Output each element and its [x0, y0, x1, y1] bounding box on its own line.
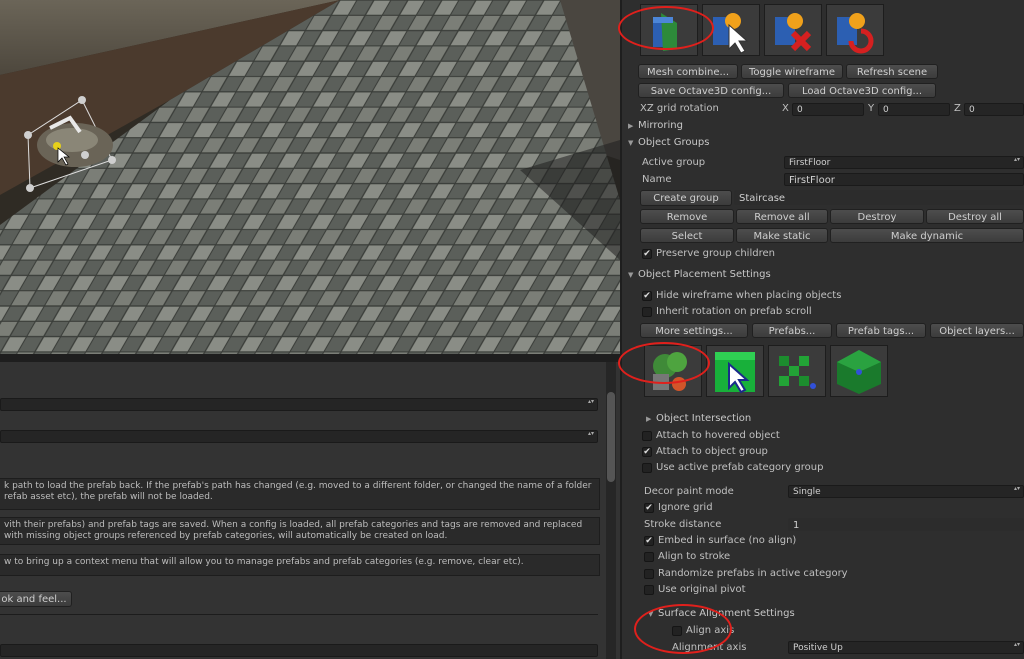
embed-surface-checkbox[interactable]: ✔	[644, 536, 654, 546]
randomize-prefabs-label: Randomize prefabs in active category	[658, 568, 848, 579]
placement-title: Object Placement Settings	[638, 269, 771, 280]
align-stroke-label: Align to stroke	[658, 551, 731, 562]
x-label: X	[782, 103, 789, 114]
object-layers-button[interactable]: Object layers...	[930, 323, 1024, 338]
mode-point-and-click[interactable]	[706, 345, 764, 397]
tool-refresh-objects[interactable]	[826, 4, 884, 56]
use-active-category-label: Use active prefab category group	[656, 462, 824, 473]
scene-view[interactable]	[0, 0, 620, 354]
highlight-circle	[618, 342, 710, 384]
mode-block[interactable]	[830, 345, 888, 397]
triangle-right-icon: ▶	[646, 415, 652, 423]
triangle-down-icon: ▼	[628, 139, 634, 147]
embed-surface-label: Embed in surface (no align)	[658, 535, 797, 546]
triangle-down-icon: ▼	[628, 271, 634, 279]
decor-mode-label: Decor paint mode	[644, 486, 734, 497]
highlight-circle	[634, 604, 732, 654]
attach-hovered-checkbox[interactable]	[642, 431, 652, 441]
preserve-children-label: Preserve group children	[656, 248, 775, 259]
ignore-grid-label: Ignore grid	[658, 502, 713, 513]
bottom-field[interactable]	[0, 644, 598, 657]
remove-group-button[interactable]: Remove	[640, 209, 734, 224]
toggle-wireframe-button[interactable]: Toggle wireframe	[741, 64, 843, 79]
use-active-category-checkbox[interactable]	[642, 463, 652, 473]
new-group-name-field[interactable]: Staircase	[734, 190, 1024, 205]
help-text-config: vith their prefabs) and prefab tags are …	[0, 517, 600, 545]
alignment-axis-dropdown[interactable]: Positive Up	[788, 641, 1024, 654]
refresh-scene-button[interactable]: Refresh scene	[846, 64, 938, 79]
bottom-dropdown-1[interactable]	[0, 398, 598, 411]
create-group-button[interactable]: Create group	[640, 190, 732, 206]
bottom-dropdown-2[interactable]	[0, 430, 598, 443]
original-pivot-checkbox[interactable]	[644, 585, 654, 595]
select-group-button[interactable]: Select	[640, 228, 734, 243]
erase-object-icon	[775, 13, 812, 52]
remove-all-groups-button[interactable]: Remove all	[736, 209, 828, 224]
placement-foldout[interactable]: ▼ Object Placement Settings	[628, 269, 771, 280]
hide-wireframe-checkbox[interactable]: ✔	[642, 291, 652, 301]
refresh-object-icon	[837, 13, 874, 54]
x-rotation-field[interactable]: 0	[792, 103, 864, 116]
bottom-panel: k path to load the prefab back. If the p…	[0, 362, 620, 659]
prefab-tags-button[interactable]: Prefab tags...	[836, 323, 926, 338]
load-config-button[interactable]: Load Octave3D config...	[788, 83, 936, 98]
xz-grid-label: XZ grid rotation	[640, 103, 719, 114]
mode-path[interactable]	[768, 345, 826, 397]
z-label: Z	[954, 103, 961, 114]
align-stroke-checkbox[interactable]	[644, 552, 654, 562]
panel-splitter[interactable]	[0, 354, 620, 362]
help-text-context-menu: w to bring up a context menu that will a…	[0, 554, 600, 576]
active-group-label: Active group	[642, 157, 706, 168]
stroke-distance-label: Stroke distance	[644, 519, 722, 530]
name-label: Name	[642, 174, 672, 185]
scrollbar[interactable]	[606, 362, 616, 659]
inherit-rotation-label: Inherit rotation on prefab scroll	[656, 306, 812, 317]
destroy-group-button[interactable]: Destroy	[830, 209, 924, 224]
active-group-dropdown[interactable]: FirstFloor	[784, 156, 1024, 169]
mesh-combine-button[interactable]: Mesh combine...	[638, 64, 738, 79]
original-pivot-label: Use original pivot	[658, 584, 746, 595]
ignore-grid-checkbox[interactable]: ✔	[644, 503, 654, 513]
divider	[0, 614, 598, 615]
z-rotation-field[interactable]: 0	[964, 103, 1024, 116]
prefabs-button[interactable]: Prefabs...	[752, 323, 832, 338]
tool-erase-objects[interactable]	[764, 4, 822, 56]
y-rotation-field[interactable]: 0	[878, 103, 950, 116]
block-icon	[837, 350, 881, 394]
look-and-feel-button[interactable]: ok and feel...	[0, 591, 72, 607]
stroke-distance-field[interactable]: 1	[788, 518, 1024, 531]
attach-group-checkbox[interactable]: ✔	[642, 447, 652, 457]
help-text-prefab-path: k path to load the prefab back. If the p…	[0, 478, 600, 510]
save-config-button[interactable]: Save Octave3D config...	[638, 83, 784, 98]
inherit-rotation-checkbox[interactable]	[642, 307, 652, 317]
octave3d-inspector: Mesh combine... Toggle wireframe Refresh…	[618, 0, 1024, 659]
point-click-icon	[715, 352, 755, 394]
scrollbar-thumb[interactable]	[607, 392, 615, 482]
attach-group-label: Attach to object group	[656, 446, 768, 457]
attach-hovered-label: Attach to hovered object	[656, 430, 780, 441]
preserve-children-checkbox[interactable]: ✔	[642, 249, 652, 259]
destroy-all-groups-button[interactable]: Destroy all	[926, 209, 1024, 224]
more-settings-button[interactable]: More settings...	[640, 323, 748, 338]
object-intersection-foldout[interactable]: ▶ Object Intersection	[646, 413, 751, 424]
decor-mode-dropdown[interactable]: Single	[788, 485, 1024, 498]
group-name-field[interactable]: FirstFloor	[784, 173, 1024, 186]
y-label: Y	[868, 103, 875, 114]
intersection-title: Object Intersection	[656, 413, 752, 424]
triangle-right-icon: ▶	[628, 122, 634, 130]
mirroring-label: Mirroring	[638, 120, 683, 131]
highlight-circle	[618, 6, 714, 50]
make-static-button[interactable]: Make static	[736, 228, 828, 243]
object-groups-title: Object Groups	[638, 137, 710, 148]
hide-wireframe-label: Hide wireframe when placing objects	[656, 290, 842, 301]
make-dynamic-button[interactable]: Make dynamic	[830, 228, 1024, 243]
randomize-prefabs-checkbox[interactable]	[644, 569, 654, 579]
path-icon	[779, 356, 816, 389]
mirroring-foldout[interactable]: ▶ Mirroring	[628, 120, 683, 131]
scene-viewport[interactable]	[0, 0, 620, 354]
object-groups-foldout[interactable]: ▼ Object Groups	[628, 137, 709, 148]
